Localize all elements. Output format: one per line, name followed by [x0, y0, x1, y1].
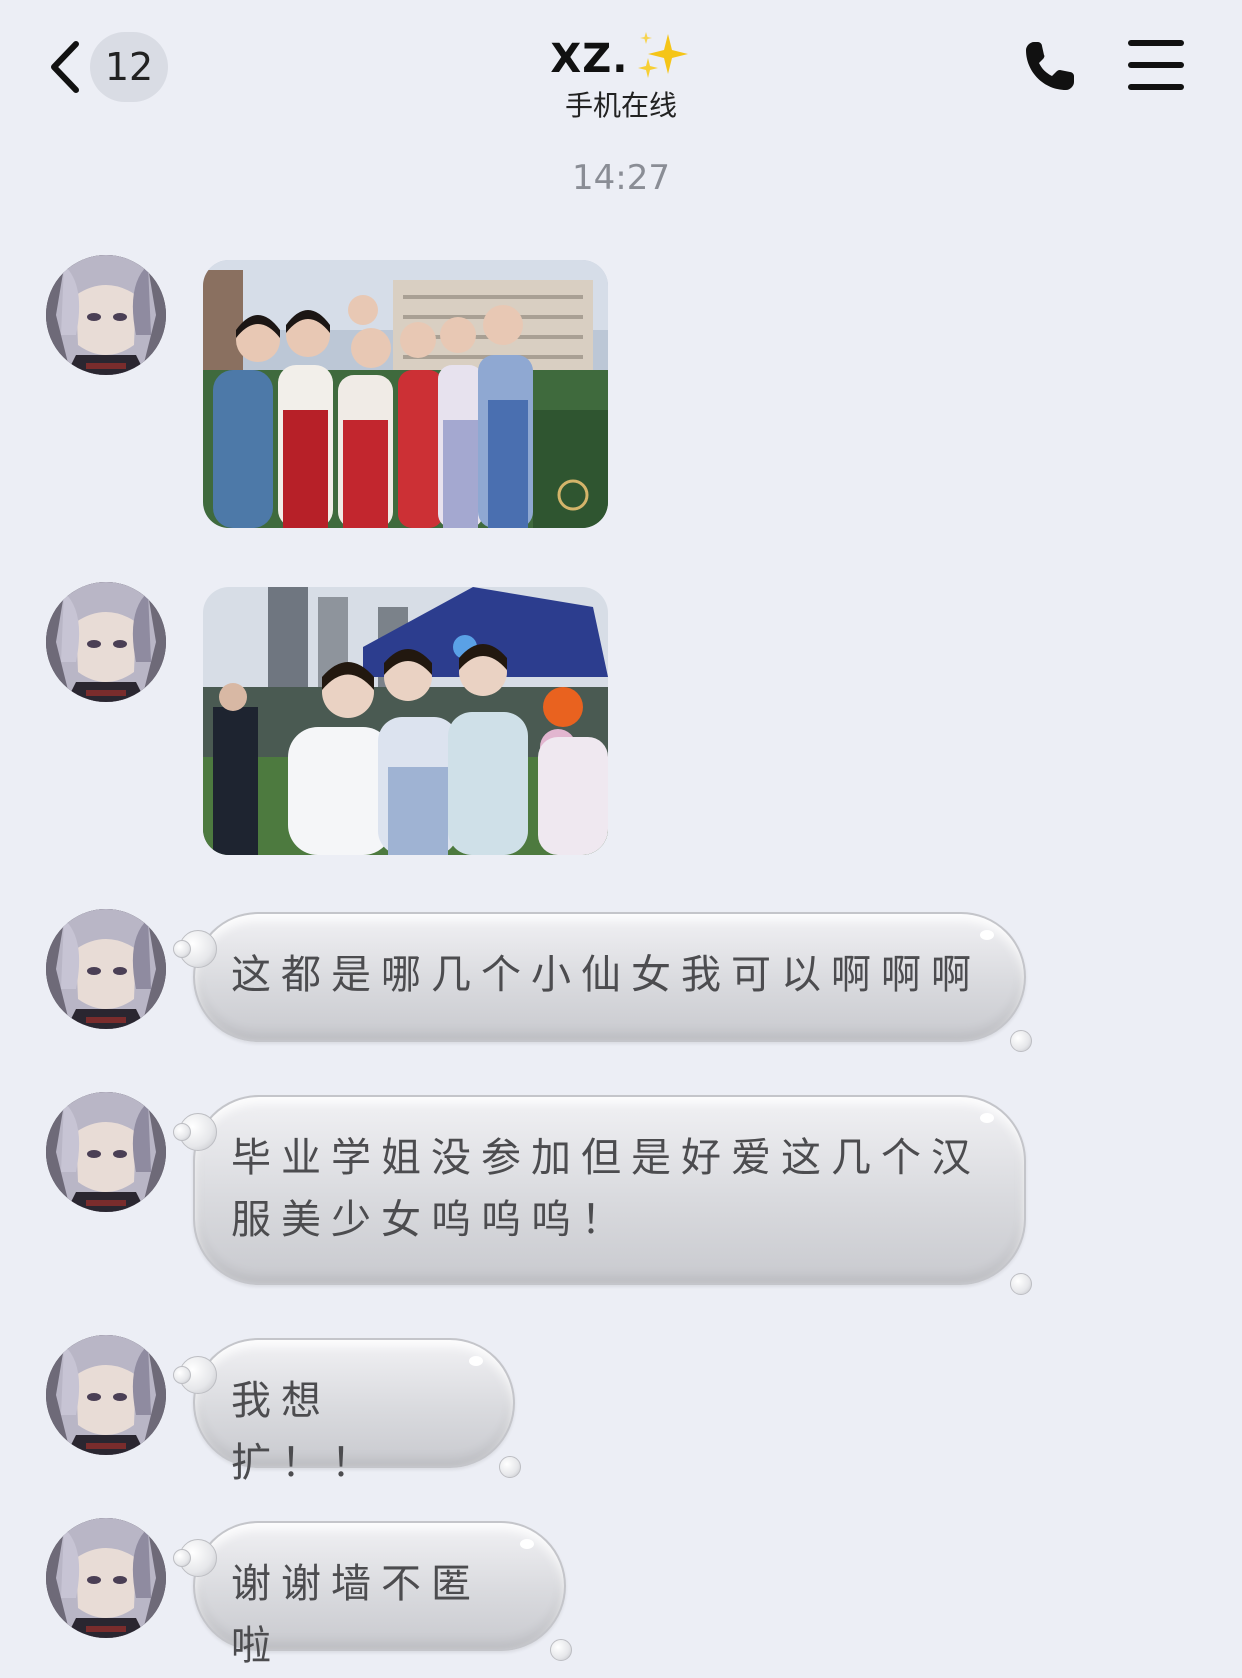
photo-group-hanfu-icon	[203, 260, 608, 528]
avatar-anime-icon	[46, 1335, 166, 1455]
bubble-decoration	[1010, 1030, 1032, 1052]
chat-title: XZ.	[550, 36, 629, 82]
bubble-shine	[980, 1113, 994, 1123]
menu-bar	[1128, 40, 1184, 46]
avatar[interactable]	[46, 909, 166, 1029]
bubble-decoration	[173, 1123, 191, 1141]
avatar-anime-icon	[46, 1518, 166, 1638]
message-bubble[interactable]: 这都是哪几个小仙女我可以啊啊啊	[173, 912, 1032, 1052]
message-text: 谢谢墙不匿啦	[231, 1561, 481, 1669]
avatar[interactable]	[46, 1518, 166, 1638]
message-bubble[interactable]: 我想扩！！	[173, 1338, 521, 1486]
bubble-shine	[980, 930, 994, 940]
message-bubble[interactable]: 谢谢墙不匿啦	[173, 1521, 572, 1669]
bubble-decoration	[1010, 1273, 1032, 1295]
bubble-shine	[469, 1356, 483, 1366]
chevron-left-icon	[51, 41, 79, 93]
avatar[interactable]	[46, 255, 166, 375]
avatar-anime-icon	[46, 582, 166, 702]
avatar-anime-icon	[46, 255, 166, 375]
unread-count-badge: 12	[90, 32, 168, 102]
avatar-anime-icon	[46, 909, 166, 1029]
message-text-line: 毕业学姐没参加但是好爱这几个汉	[231, 1135, 981, 1181]
bubble-decoration	[173, 1549, 191, 1567]
bubble-decoration	[550, 1639, 572, 1661]
phone-icon[interactable]	[1022, 38, 1078, 94]
message-bubble[interactable]: 毕业学姐没参加但是好爱这几个汉 服美少女呜呜呜！	[173, 1095, 1032, 1295]
avatar-anime-icon	[46, 1092, 166, 1212]
avatar[interactable]	[46, 1092, 166, 1212]
image-message[interactable]	[203, 260, 608, 528]
message-text: 这都是哪几个小仙女我可以啊啊啊	[231, 952, 981, 998]
message-text: 我想扩！！	[231, 1378, 381, 1486]
bubble-decoration	[499, 1456, 521, 1478]
bubble-decoration	[173, 940, 191, 958]
message-timestamp: 14:27	[572, 158, 670, 198]
message-text-line: 服美少女呜呜呜！	[231, 1197, 631, 1243]
menu-bar	[1128, 84, 1184, 90]
sparkle-icon	[637, 32, 688, 78]
menu-button[interactable]	[1128, 40, 1184, 90]
photo-three-girls-icon	[203, 587, 608, 855]
image-message[interactable]	[203, 587, 608, 855]
menu-bar	[1128, 62, 1184, 68]
back-button[interactable]: 12	[40, 32, 180, 102]
chat-title-block[interactable]: XZ. 手机在线	[471, 28, 771, 124]
bubble-decoration	[173, 1366, 191, 1384]
avatar[interactable]	[46, 1335, 166, 1455]
online-status: 手机在线	[564, 89, 677, 122]
avatar[interactable]	[46, 582, 166, 702]
bubble-shine	[520, 1539, 534, 1549]
